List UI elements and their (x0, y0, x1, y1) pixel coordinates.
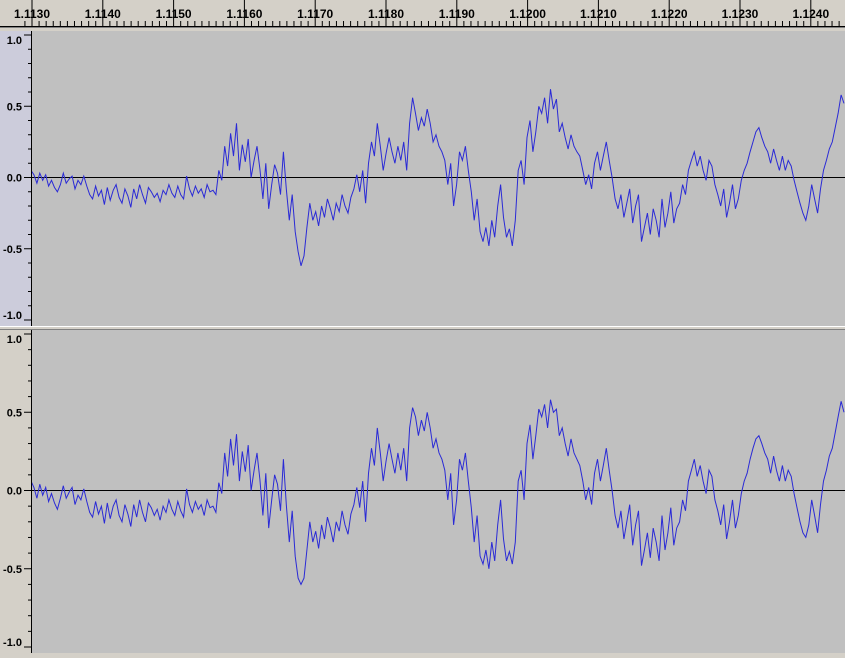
amplitude-label: 0.5 (7, 407, 22, 419)
amplitude-label: -1.0 (3, 637, 22, 649)
amplitude-label: 0.0 (7, 173, 22, 185)
waveform-channel-1[interactable] (31, 31, 845, 326)
time-ruler-label: 1.1170 (297, 7, 333, 21)
amplitude-ruler-channel-2: 1.0 0.5 0.0 -0.5 -1.0 (0, 330, 32, 653)
time-ruler-label: 1.1180 (368, 7, 404, 21)
amplitude-label: -0.5 (3, 244, 22, 256)
amplitude-label: 0.5 (7, 101, 22, 113)
amplitude-label: 1.0 (7, 35, 22, 47)
waveform-channel-2[interactable] (31, 330, 845, 653)
time-ruler-label: 1.1130 (14, 7, 50, 21)
audio-track-channel-2[interactable]: 1.0 0.5 0.0 -0.5 -1.0 (0, 330, 845, 653)
waveform-background (31, 31, 845, 326)
time-ruler-scale: 1.1130 1.1140 1.1150 1.1160 1.1170 1.1180 1.11… (0, 0, 845, 27)
time-ruler-label: 1.1220 (651, 7, 688, 21)
amplitude-label: 0.0 (7, 486, 22, 498)
time-ruler[interactable]: 1.1130 1.1140 1.1150 1.1160 1.1170 1.1180 1.11… (0, 0, 845, 28)
time-ruler-label: 1.1150 (156, 7, 192, 21)
time-ruler-label: 1.1160 (226, 7, 262, 21)
amplitude-label: 1.0 (7, 334, 22, 346)
time-ruler-label: 1.1240 (792, 7, 829, 21)
time-ruler-label: 1.1140 (85, 7, 121, 21)
amplitude-ruler-channel-1: 1.0 0.5 0.0 -0.5 -1.0 (0, 31, 32, 326)
time-ruler-label: 1.1230 (722, 7, 759, 21)
amplitude-scale-channel-1: 1.0 0.5 0.0 -0.5 -1.0 (3, 34, 31, 322)
audio-editor: 1.1130 1.1140 1.1150 1.1160 1.1170 1.1180 1.11… (0, 0, 845, 653)
amplitude-label: -1.0 (3, 310, 22, 322)
time-ruler-label: 1.1210 (580, 7, 617, 21)
time-ruler-label: 1.1190 (439, 7, 475, 21)
waveform-background (31, 330, 845, 653)
audio-track-channel-1[interactable]: 1.0 0.5 0.0 -0.5 -1.0 (0, 31, 845, 326)
time-ruler-label: 1.1200 (509, 7, 546, 21)
amplitude-label: -0.5 (3, 564, 22, 576)
amplitude-scale-channel-2: 1.0 0.5 0.0 -0.5 -1.0 (3, 333, 31, 649)
